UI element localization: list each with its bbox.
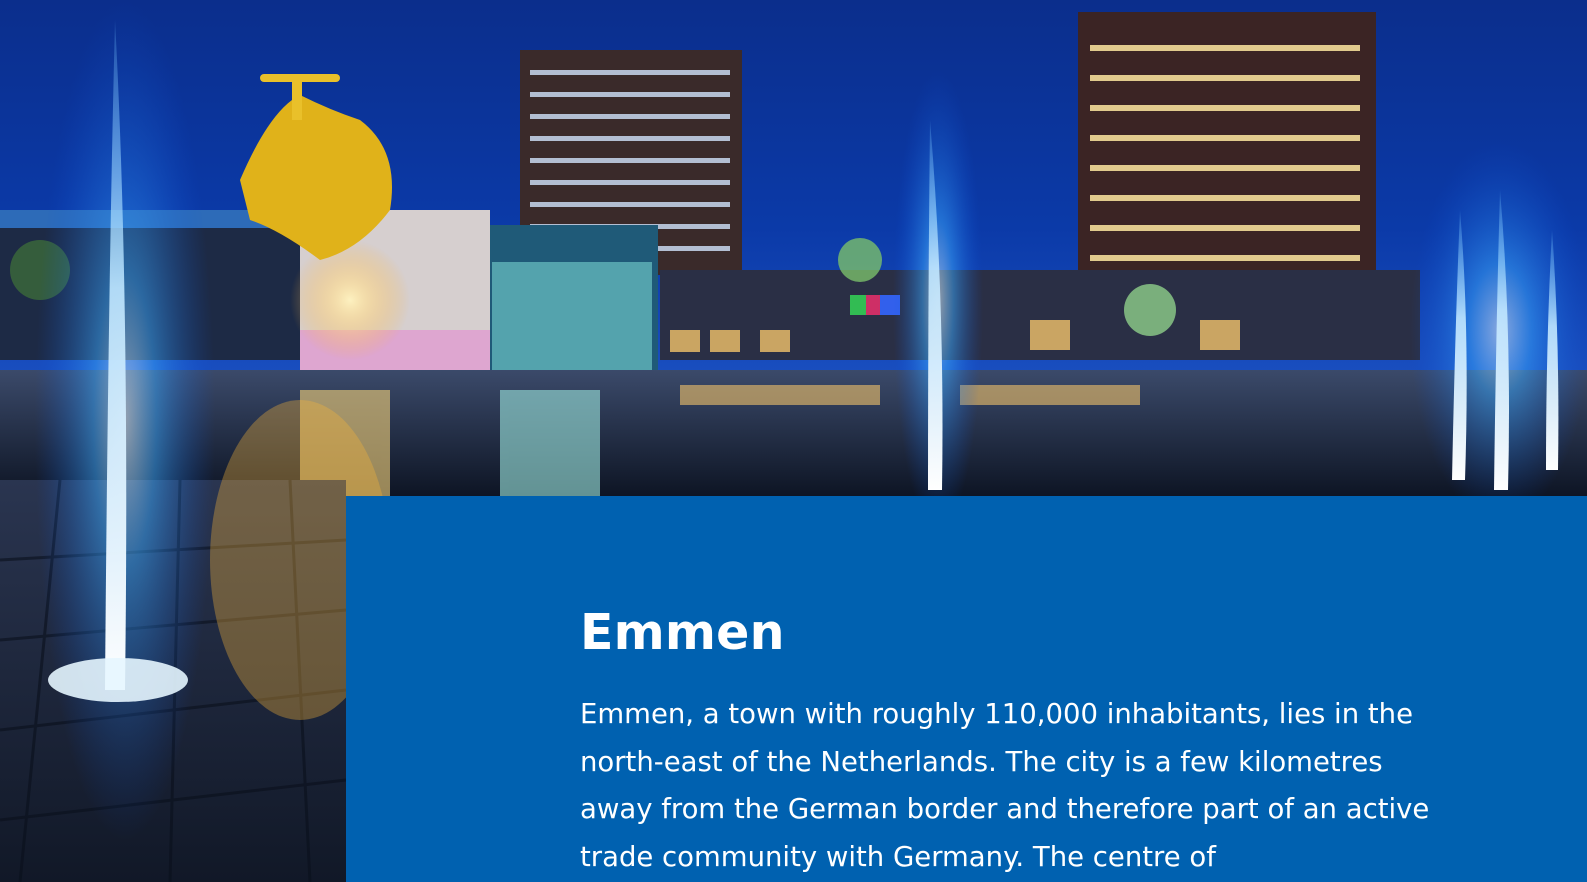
page-title: Emmen xyxy=(580,604,785,661)
article-body: Emmen, a town with roughly 110,000 inhab… xyxy=(580,698,1430,873)
info-card: Emmen Emmen, a town with roughly 110,000… xyxy=(346,496,1587,882)
